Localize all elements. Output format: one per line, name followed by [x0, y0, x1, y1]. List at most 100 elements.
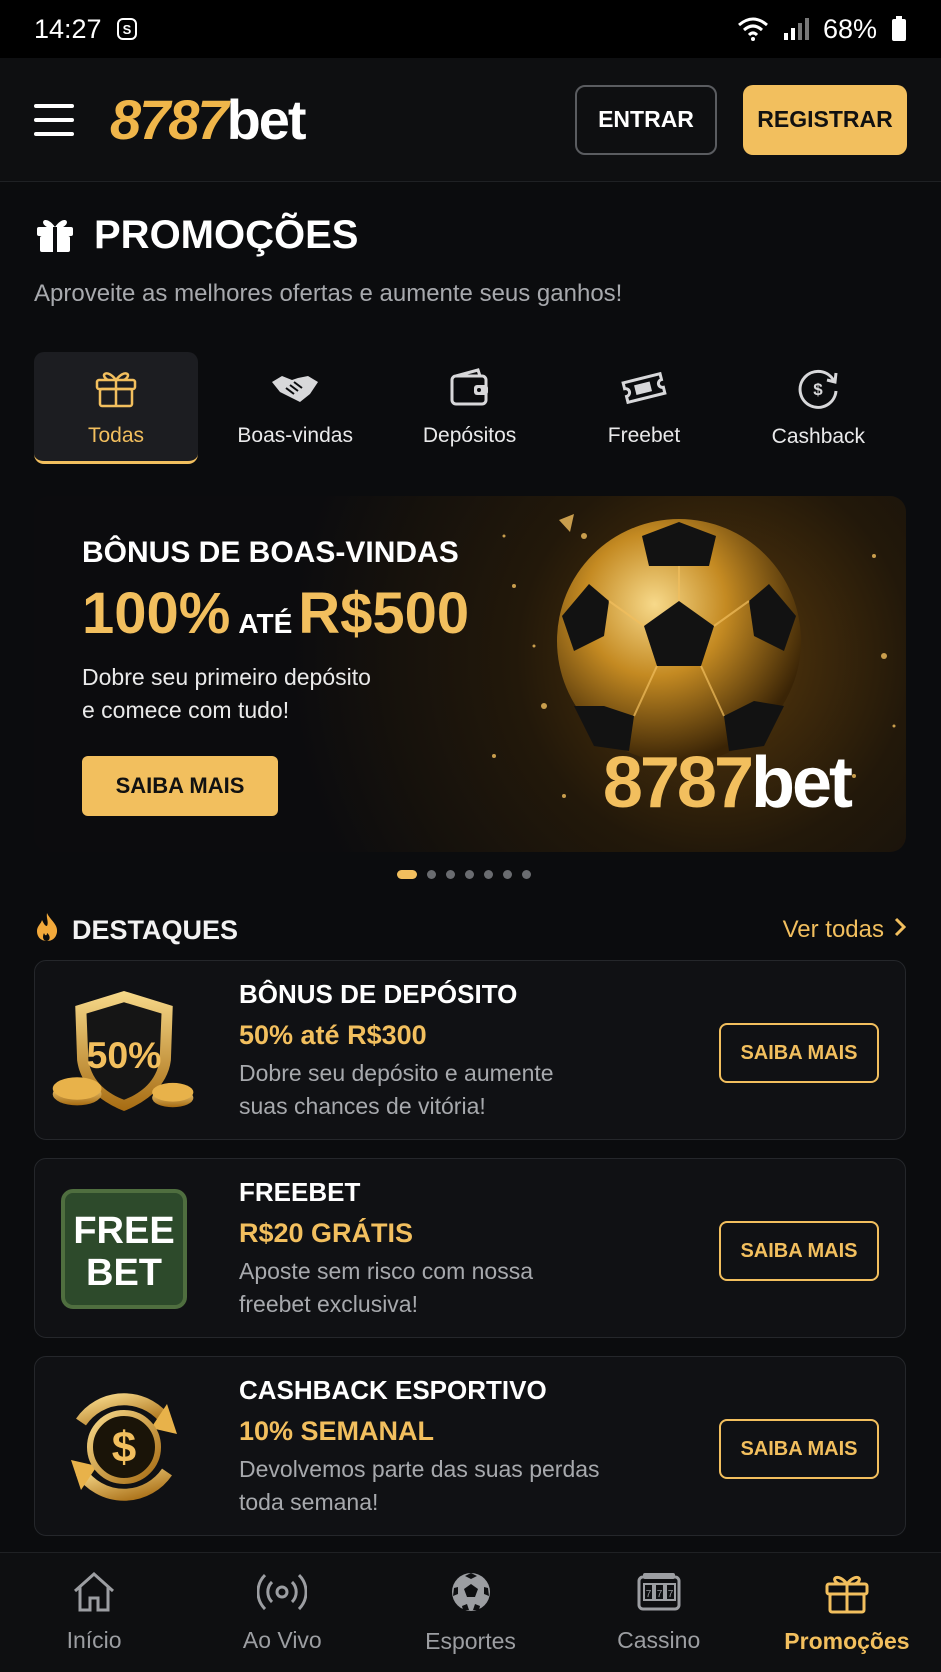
hero-percent: 100% — [82, 581, 231, 646]
tab-boas-vindas[interactable]: Boas-vindas — [208, 352, 382, 464]
hero-description: Dobre seu primeiro depósito e comece com… — [82, 661, 422, 727]
promo-title: BÔNUS DE DEPÓSITO — [239, 979, 518, 1009]
nav-label: Promoções — [784, 1628, 910, 1654]
nav-cassino[interactable]: 777 Cassino — [565, 1553, 753, 1672]
svg-text:7: 7 — [656, 1589, 662, 1600]
wifi-icon — [737, 17, 769, 41]
promo-offer: R$20 GRÁTIS — [239, 1218, 414, 1248]
carousel-dot[interactable] — [503, 870, 512, 879]
promo-body: FREEBET R$20 GRÁTIS Aposte sem risco com… — [239, 1177, 639, 1321]
shield-badge-icon: 50% — [49, 979, 199, 1123]
ticket-icon — [621, 368, 667, 414]
nav-inicio[interactable]: Início — [0, 1553, 188, 1672]
hero-offer: 100% ATÉ R$500 — [82, 580, 469, 647]
promo-desc-line: toda semana! — [239, 1489, 379, 1515]
highlights-title: DESTAQUES — [72, 914, 239, 945]
login-button[interactable]: ENTRAR — [575, 84, 717, 155]
nav-label: Cassino — [617, 1627, 701, 1653]
see-all-link[interactable]: Ver todas — [782, 916, 907, 944]
promo-desc-line: Devolvemos parte das suas perdas — [239, 1456, 600, 1482]
carousel-indicator — [397, 870, 531, 879]
nav-label: Ao Vivo — [242, 1627, 322, 1653]
gift-icon — [824, 1570, 870, 1620]
tab-depositos[interactable]: Depósitos — [382, 352, 556, 464]
page-title: PROMOÇÕES — [94, 213, 359, 257]
highlights-header: DESTAQUES Ver todas — [34, 910, 907, 950]
promo-description: Dobre seu depósito e aumente suas chance… — [239, 1057, 639, 1123]
status-bar: 14:27 S 68% — [0, 0, 941, 58]
status-time: 14:27 — [34, 13, 102, 44]
tab-label: Cashback — [771, 425, 866, 448]
hero-learn-more-button[interactable]: SAIBA MAIS — [82, 756, 278, 816]
fire-icon — [34, 912, 60, 949]
brand-logo[interactable]: 8787 bet — [110, 87, 307, 152]
hamburger-menu-icon[interactable] — [34, 103, 74, 136]
promo-card-cashback[interactable]: $ CASHBACK ESPORTIVO 10% SEMANAL Devolve… — [34, 1356, 906, 1536]
gift-icon — [34, 212, 76, 259]
cashback-coin-icon: $ — [49, 1375, 199, 1519]
hero-desc-line: e comece com tudo! — [82, 697, 290, 723]
svg-text:$: $ — [814, 380, 824, 399]
shield-badge-text: 50% — [86, 1034, 161, 1076]
nav-promocoes[interactable]: Promoções — [753, 1553, 941, 1672]
hero-desc-line: Dobre seu primeiro depósito — [82, 664, 371, 690]
wallet-icon — [448, 368, 492, 414]
promo-desc-line: Dobre seu depósito e aumente — [239, 1060, 554, 1086]
tab-cashback[interactable]: $ Cashback — [731, 352, 905, 464]
tab-label: Freebet — [607, 424, 681, 447]
promo-desc-line: freebet exclusiva! — [239, 1291, 418, 1317]
hero-amount: R$500 — [298, 581, 470, 646]
freebet-badge-line: FREE — [73, 1210, 174, 1252]
nav-ao-vivo[interactable]: Ao Vivo — [188, 1553, 376, 1672]
see-all-label: Ver todas — [782, 916, 884, 943]
live-icon — [256, 1571, 308, 1619]
promo-title: CASHBACK ESPORTIVO — [239, 1375, 547, 1405]
tab-label: Boas-vindas — [237, 424, 353, 447]
hero-ate: ATÉ — [238, 608, 293, 639]
page-subtitle: Aproveite as melhores ofertas e aumente … — [34, 280, 623, 307]
tab-todas[interactable]: Todas — [34, 352, 198, 464]
bottom-navigation: Início Ao Vivo Esportes 777 Cassino Prom… — [0, 1552, 941, 1672]
nav-label: Esportes — [425, 1628, 516, 1654]
soccer-ball-icon — [557, 519, 801, 763]
nav-esportes[interactable]: Esportes — [376, 1553, 564, 1672]
tab-freebet[interactable]: Freebet — [557, 352, 731, 464]
hero-brand-logo: 8787bet — [602, 743, 853, 823]
nav-label: Início — [66, 1627, 122, 1653]
carousel-dot[interactable] — [427, 870, 436, 879]
promo-description: Aposte sem risco com nossa freebet exclu… — [239, 1255, 639, 1321]
handshake-icon — [270, 368, 320, 414]
freebet-badge-icon: FREE BET — [49, 1177, 199, 1321]
register-button[interactable]: REGISTRAR — [743, 84, 907, 155]
promo-offer: 10% SEMANAL — [239, 1416, 435, 1446]
promo-desc-line: suas chances de vitória! — [239, 1093, 486, 1119]
learn-more-button[interactable]: SAIBA MAIS — [719, 1419, 879, 1479]
tab-label: Depósitos — [422, 424, 517, 447]
promo-card-freebet[interactable]: FREE BET FREEBET R$20 GRÁTIS Aposte sem … — [34, 1158, 906, 1338]
promo-title: FREEBET — [239, 1177, 361, 1207]
svg-text:S: S — [122, 22, 131, 37]
category-tabs: Todas Boas-vindas Depósitos Freebet $ Ca… — [34, 352, 906, 464]
promo-body: BÔNUS DE DEPÓSITO 50% até R$300 Dobre se… — [239, 979, 639, 1123]
app-header: 8787 bet ENTRAR REGISTRAR — [0, 58, 941, 182]
soccer-ball-icon — [449, 1570, 493, 1620]
carousel-dot[interactable] — [484, 870, 493, 879]
chevron-right-icon — [894, 916, 907, 944]
carousel-dot[interactable] — [522, 870, 531, 879]
promo-desc-line: Aposte sem risco com nossa — [239, 1258, 534, 1284]
page-title-row: PROMOÇÕES — [34, 212, 358, 259]
promo-offer: 50% até R$300 — [239, 1020, 427, 1050]
cashback-icon: $ — [796, 367, 840, 415]
learn-more-button[interactable]: SAIBA MAIS — [719, 1221, 879, 1281]
carousel-dot[interactable] — [397, 870, 417, 879]
battery-percent: 68% — [822, 13, 877, 44]
svg-text:$: $ — [112, 1423, 136, 1472]
promo-card-deposit-bonus[interactable]: 50% BÔNUS DE DEPÓSITO 50% até R$300 Dobr… — [34, 960, 906, 1140]
promo-body: CASHBACK ESPORTIVO 10% SEMANAL Devolvemo… — [239, 1375, 639, 1519]
welcome-bonus-banner[interactable]: BÔNUS DE BOAS-VINDAS 100% ATÉ R$500 Dobre … — [34, 496, 906, 852]
learn-more-button[interactable]: SAIBA MAIS — [719, 1023, 879, 1083]
carousel-dot[interactable] — [446, 870, 455, 879]
hero-title: BÔNUS DE BOAS-VINDAS — [82, 536, 459, 569]
carousel-dot[interactable] — [465, 870, 474, 879]
promo-description: Devolvemos parte das suas perdas toda se… — [239, 1453, 639, 1519]
